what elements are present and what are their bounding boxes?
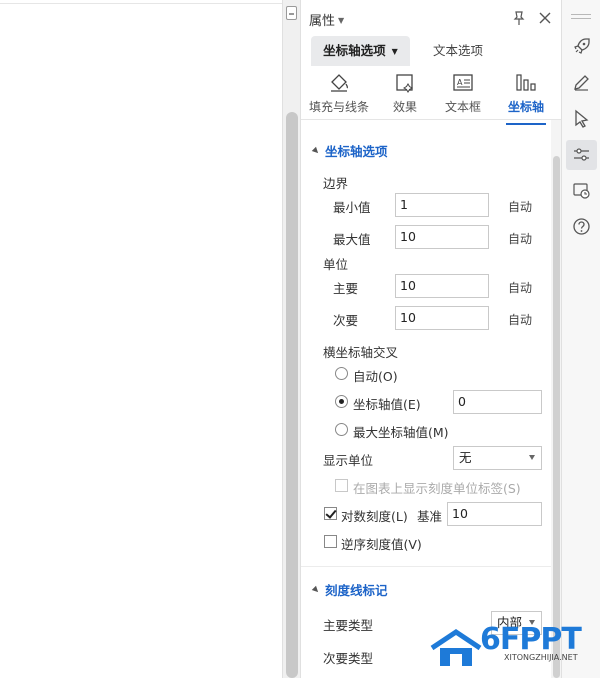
- panel-title: 属性: [309, 14, 336, 29]
- icon-tab-fill-line[interactable]: 填充与线条: [307, 72, 371, 115]
- collapse-triangle-icon: [311, 585, 321, 595]
- section-divider: [301, 566, 551, 567]
- max-auto-button[interactable]: 自动: [508, 230, 532, 247]
- panel-scrollbar-thumb[interactable]: [553, 156, 560, 678]
- house-logo-icon: [430, 628, 482, 666]
- panel-title-dropdown[interactable]: 属性 ▼: [309, 10, 344, 29]
- section-axis-options[interactable]: 坐标轴选项: [311, 141, 388, 160]
- paint-bucket-icon: [331, 74, 349, 92]
- help-icon: [573, 218, 590, 235]
- icon-tab-axis[interactable]: 坐标轴: [494, 72, 558, 125]
- collapse-triangle-icon: [311, 146, 321, 156]
- sliders-icon: [574, 148, 589, 161]
- watermark-text: 6FPPT: [480, 622, 582, 657]
- cursor-icon: [575, 109, 589, 128]
- icon-tab-label: 文本框: [444, 100, 481, 114]
- base-label: 基准: [417, 509, 443, 524]
- cross-value-input[interactable]: 0: [453, 390, 542, 414]
- chevron-down-icon: ▼: [338, 16, 345, 25]
- min-label: 最小值: [333, 200, 371, 215]
- bounds-label: 边界: [323, 176, 349, 191]
- document-scrollbar-thumb[interactable]: [286, 112, 298, 678]
- cross-value-radio[interactable]: [335, 395, 348, 408]
- display-units-value: 无: [459, 450, 472, 465]
- minor-unit-input[interactable]: 10: [395, 306, 489, 330]
- close-icon[interactable]: [537, 10, 553, 26]
- svg-text:A: A: [457, 78, 463, 87]
- log-scale-checkbox[interactable]: [324, 507, 337, 520]
- display-units-label: 显示单位: [323, 453, 374, 468]
- show-units-label: 在图表上显示刻度单位标签(S): [353, 481, 521, 496]
- cross-value-label[interactable]: 坐标轴值(E): [353, 394, 421, 413]
- pen-button[interactable]: [566, 68, 597, 98]
- cross-auto-label[interactable]: 自动(O): [353, 366, 398, 385]
- axis-chart-icon: [516, 74, 536, 91]
- help-button[interactable]: [566, 212, 597, 242]
- log-base-input[interactable]: 10: [447, 502, 542, 526]
- toolbar-drag-handle[interactable]: [571, 14, 591, 19]
- tab-axis-options-label: 坐标轴选项: [323, 43, 386, 58]
- icon-tab-label: 填充与线条: [308, 100, 369, 114]
- tab-text-options[interactable]: 文本选项: [418, 36, 498, 66]
- watermark-subtext: XITONGZHIJIA.NET: [504, 653, 578, 662]
- icon-tab-label: 效果: [392, 100, 417, 114]
- minor-auto-button[interactable]: 自动: [508, 311, 532, 328]
- cross-auto-radio[interactable]: [335, 367, 348, 380]
- max-value-input[interactable]: 10: [395, 225, 489, 249]
- section-tick-marks[interactable]: 刻度线标记: [311, 580, 388, 599]
- document-canvas[interactable]: [0, 0, 282, 678]
- document-top-edge: [0, 3, 282, 4]
- units-label: 单位: [323, 257, 349, 272]
- section-axis-options-label: 坐标轴选项: [325, 144, 388, 159]
- major-type-label: 主要类型: [323, 618, 374, 633]
- min-value-input[interactable]: 1: [395, 193, 489, 217]
- cross-label: 横坐标轴交叉: [323, 345, 399, 360]
- show-units-checkbox[interactable]: [335, 479, 348, 492]
- backup-icon: [573, 183, 590, 199]
- min-auto-button[interactable]: 自动: [508, 198, 532, 215]
- properties-panel: 属性 ▼ 坐标轴选项 ▼ 文本选项 填充与线条 效果 A 文本框 坐标轴 坐标轴选项…: [300, 0, 562, 678]
- right-toolbar: [561, 0, 600, 678]
- chevron-down-icon: [529, 455, 535, 460]
- cross-max-label[interactable]: 最大坐标轴值(M): [353, 422, 449, 441]
- rocket-icon: [574, 38, 590, 54]
- option-tabs: 坐标轴选项 ▼ 文本选项: [301, 36, 561, 66]
- minor-type-label: 次要类型: [323, 651, 374, 666]
- watermark-logo: 6FPPT XITONGZHIJIA.NET: [428, 622, 592, 670]
- axis-options-content: 坐标轴选项 边界 最小值 1 自动 最大值 10 自动 单位 主要 10 自动 …: [301, 120, 551, 678]
- minor-label: 次要: [333, 313, 359, 328]
- rocket-button[interactable]: [566, 32, 597, 62]
- properties-button[interactable]: [566, 140, 597, 170]
- display-units-select[interactable]: 无: [453, 446, 542, 470]
- icon-tab-textbox[interactable]: A 文本框: [431, 72, 495, 115]
- select-cursor-button[interactable]: [566, 104, 597, 134]
- pen-icon: [574, 75, 589, 91]
- split-view-icon[interactable]: [286, 6, 297, 20]
- textbox-icon: A: [453, 74, 473, 91]
- cross-max-radio[interactable]: [335, 423, 348, 436]
- backup-button[interactable]: [566, 176, 597, 206]
- reverse-order-checkbox[interactable]: [324, 535, 337, 548]
- panel-header: 属性 ▼: [301, 0, 561, 36]
- max-label: 最大值: [333, 232, 371, 247]
- tab-text-options-label: 文本选项: [432, 43, 483, 58]
- effects-icon: [396, 74, 413, 93]
- chevron-down-icon: ▼: [391, 47, 398, 56]
- tab-axis-options[interactable]: 坐标轴选项 ▼: [311, 36, 410, 66]
- major-label: 主要: [333, 281, 359, 296]
- major-auto-button[interactable]: 自动: [508, 279, 532, 296]
- icon-tab-effects[interactable]: 效果: [373, 72, 437, 115]
- document-scrollbar[interactable]: [282, 0, 300, 678]
- pin-icon[interactable]: [511, 10, 527, 26]
- log-scale-label[interactable]: 对数刻度(L): [341, 506, 408, 525]
- icon-tabs: 填充与线条 效果 A 文本框 坐标轴: [301, 66, 561, 125]
- major-unit-input[interactable]: 10: [395, 274, 489, 298]
- section-tick-marks-label: 刻度线标记: [325, 583, 388, 598]
- reverse-order-label[interactable]: 逆序刻度值(V): [341, 534, 422, 553]
- icon-tab-label: 坐标轴: [507, 100, 544, 114]
